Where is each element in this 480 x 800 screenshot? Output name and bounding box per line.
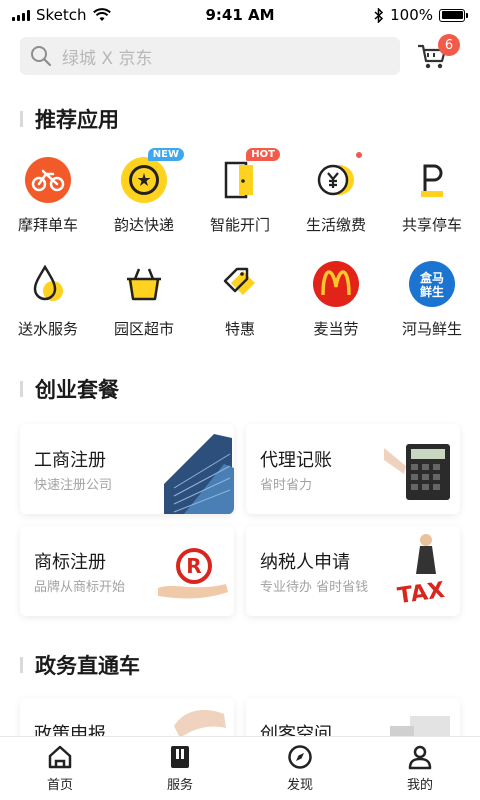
door-icon xyxy=(224,161,253,199)
bottom-tab-bar: 首页 服务 发现 我的 xyxy=(0,736,480,800)
svg-text:TAX: TAX xyxy=(396,578,446,609)
tag-icon xyxy=(223,267,255,295)
status-left: Sketch xyxy=(12,6,111,24)
card-business-registration[interactable]: 工商注册 快速注册公司 xyxy=(20,424,234,514)
app-supermarket[interactable]: 园区超市 xyxy=(96,260,192,339)
yunda-icon xyxy=(121,157,167,203)
home-icon xyxy=(48,745,72,769)
battery-percent: 100% xyxy=(390,6,433,24)
basket-icon xyxy=(127,268,161,301)
cart-button[interactable]: 6 xyxy=(416,34,460,74)
app-hema[interactable]: 盒马 鲜生 河马鲜生 xyxy=(384,260,480,339)
tab-discover[interactable]: 发现 xyxy=(240,737,360,800)
app-mcdonalds[interactable]: 麦当劳 xyxy=(288,260,384,339)
tab-services[interactable]: 服务 xyxy=(120,737,240,800)
hema-icon: 盒马 鲜生 xyxy=(409,261,455,307)
battery-icon xyxy=(439,8,468,22)
tab-profile[interactable]: 我的 xyxy=(360,737,480,800)
app-yunda[interactable]: NEW 韵达快递 xyxy=(96,148,192,235)
svg-text:盒马: 盒马 xyxy=(419,270,444,285)
svg-text:鲜生: 鲜生 xyxy=(420,284,444,299)
app-parking[interactable]: 共享停车 xyxy=(384,156,480,235)
svg-text:R: R xyxy=(186,554,201,578)
wifi-icon xyxy=(92,8,111,21)
app-bill-pay[interactable]: 生活缴费 xyxy=(288,152,384,235)
service-icon xyxy=(171,746,189,768)
section-startup: 创业套餐 xyxy=(20,374,119,404)
signal-icon xyxy=(12,9,30,21)
tax-image: TAX xyxy=(396,534,446,609)
calculator-image xyxy=(384,444,450,500)
card-trademark[interactable]: 商标注册 品牌从商标开始 R xyxy=(20,526,234,616)
building-image xyxy=(164,434,234,514)
card-tax-registration[interactable]: 纳税人申请 专业待办 省时省钱 TAX xyxy=(246,526,460,616)
compass-icon xyxy=(288,745,312,769)
app-water[interactable]: 送水服务 xyxy=(0,260,96,339)
app-grid-row-1: 摩拜单车 NEW 韵达快递 HOT 智能开门 生活缴费 共享停车 xyxy=(0,148,480,235)
notification-dot xyxy=(356,152,362,158)
bluetooth-icon xyxy=(374,7,384,23)
app-deals[interactable]: 特惠 xyxy=(192,260,288,339)
app-smart-door[interactable]: HOT 智能开门 xyxy=(192,148,288,235)
cart-count-badge: 6 xyxy=(438,34,460,56)
search-placeholder: 绿城 X 京东 xyxy=(62,48,153,69)
card-bookkeeping[interactable]: 代理记账 省时省力 xyxy=(246,424,460,514)
new-badge: NEW xyxy=(147,148,184,161)
water-drop-icon xyxy=(33,264,63,301)
tab-home[interactable]: 首页 xyxy=(0,737,120,800)
section-gov: 政务直通车 xyxy=(20,650,140,680)
search-icon xyxy=(31,46,52,67)
search-row: 绿城 X 京东 6 xyxy=(20,34,460,76)
search-input[interactable]: 绿城 X 京东 xyxy=(20,37,400,75)
status-bar: Sketch 9:41 AM 100% xyxy=(0,0,480,30)
user-icon xyxy=(408,745,432,770)
app-mobike[interactable]: 摩拜单车 xyxy=(0,156,96,235)
yen-coin-icon xyxy=(317,164,354,196)
app-grid-row-2: 送水服务 园区超市 特惠 麦当劳 盒马 鲜生 河马鲜生 xyxy=(0,260,480,339)
trademark-image: R xyxy=(158,548,228,599)
bike-icon xyxy=(25,157,71,203)
hot-badge: HOT xyxy=(246,148,280,161)
mcdonalds-icon xyxy=(313,261,359,307)
status-right: 100% xyxy=(374,6,468,24)
section-recommended: 推荐应用 xyxy=(20,104,119,134)
parking-icon xyxy=(421,164,443,197)
carrier-label: Sketch xyxy=(36,6,87,24)
